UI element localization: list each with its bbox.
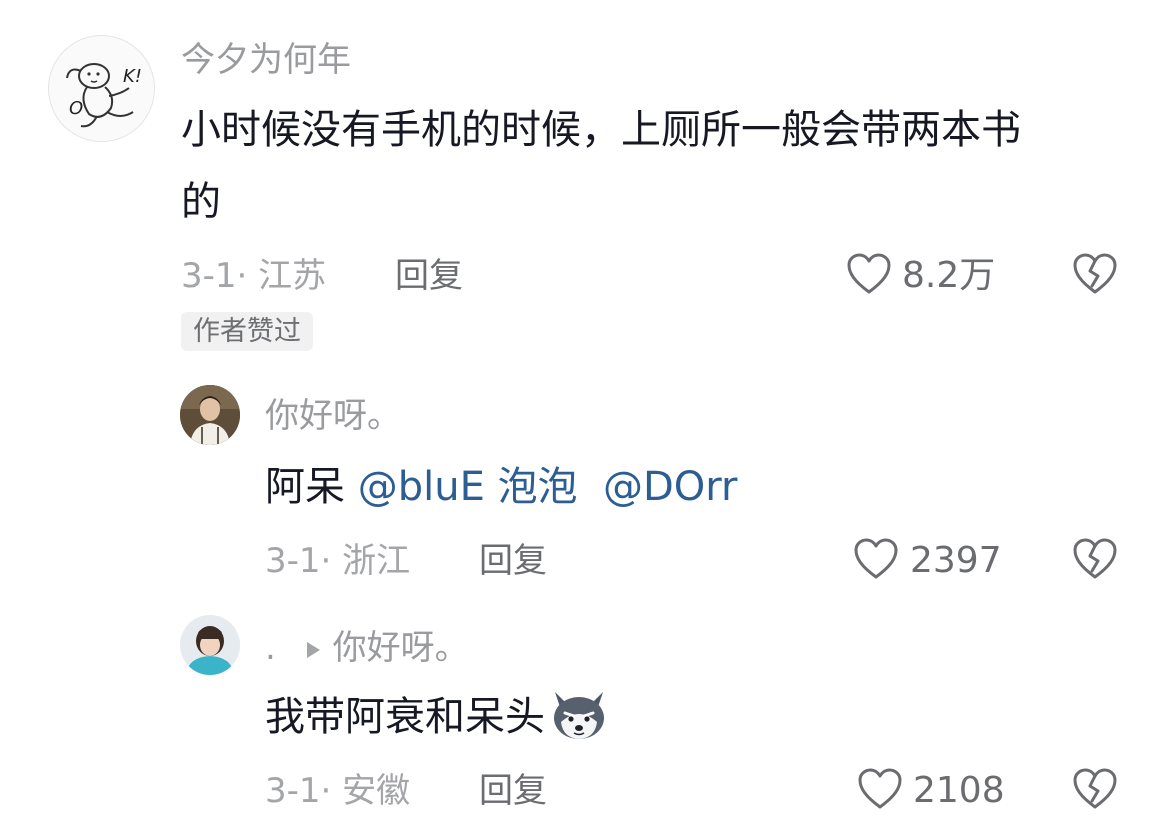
reply-text-prefix: 阿呆 (265, 464, 358, 510)
author-liked-badge: 作者赞过 (181, 312, 313, 351)
comment-text-line: 小时候没有手机的时候，上厕所一般会带两本书 (181, 107, 1021, 153)
child-photo-icon (180, 615, 240, 675)
mention-link[interactable]: @DOrr (603, 464, 737, 510)
reply-username[interactable]: . (265, 628, 276, 668)
comment-username[interactable]: 今夕为何年 (181, 40, 351, 80)
comment-text: 小时候没有手机的时候，上厕所一般会带两本书 的 (181, 94, 1021, 238)
like-button[interactable] (846, 252, 892, 300)
person-photo-icon (180, 385, 240, 445)
reply-meta: 3-1· 浙江 (265, 541, 411, 581)
user-avatar[interactable] (180, 385, 240, 445)
mention-link[interactable]: @bluE 泡泡 (358, 464, 578, 510)
user-avatar[interactable] (180, 615, 240, 675)
broken-heart-icon (1073, 538, 1117, 579)
reply-text: 我带阿衰和呆头 (265, 681, 611, 753)
dislike-button[interactable] (1072, 537, 1118, 585)
reply-username[interactable]: 你好呀。 (265, 396, 401, 436)
heart-icon (854, 538, 898, 579)
broken-heart-icon (1073, 253, 1117, 294)
reply-button[interactable]: 回复 (479, 541, 547, 581)
reply-button[interactable]: 回复 (395, 256, 463, 296)
heart-icon (858, 768, 902, 809)
reply-meta: 3-1· 安徽 (265, 771, 411, 811)
user-avatar[interactable]: O K! (48, 35, 155, 142)
like-count: 8.2万 (902, 255, 996, 296)
comment-text-line: 的 (181, 179, 221, 225)
reply-button[interactable]: 回复 (479, 771, 547, 811)
like-button[interactable] (857, 767, 903, 815)
svg-text:K!: K! (123, 66, 142, 87)
broken-heart-icon (1073, 768, 1117, 809)
like-button[interactable] (853, 537, 899, 585)
reply-username-line: . 你好呀。 (265, 628, 469, 668)
reply-text: 阿呆 @bluE 泡泡 @DOrr (265, 451, 737, 523)
heart-icon (847, 253, 891, 294)
dislike-button[interactable] (1072, 767, 1118, 815)
like-count: 2108 (913, 770, 1005, 811)
like-count: 2397 (910, 540, 1002, 581)
ok-doodle-icon: O K! (50, 37, 154, 141)
svg-text:O: O (69, 98, 83, 119)
reply-arrow-icon (306, 642, 320, 658)
reply-text-body: 我带阿衰和呆头 (265, 694, 545, 740)
husky-emoji-icon (554, 692, 604, 739)
reply-to-username[interactable]: 你好呀。 (333, 628, 469, 668)
comment-meta: 3-1· 江苏 (181, 256, 327, 296)
dislike-button[interactable] (1072, 252, 1118, 300)
